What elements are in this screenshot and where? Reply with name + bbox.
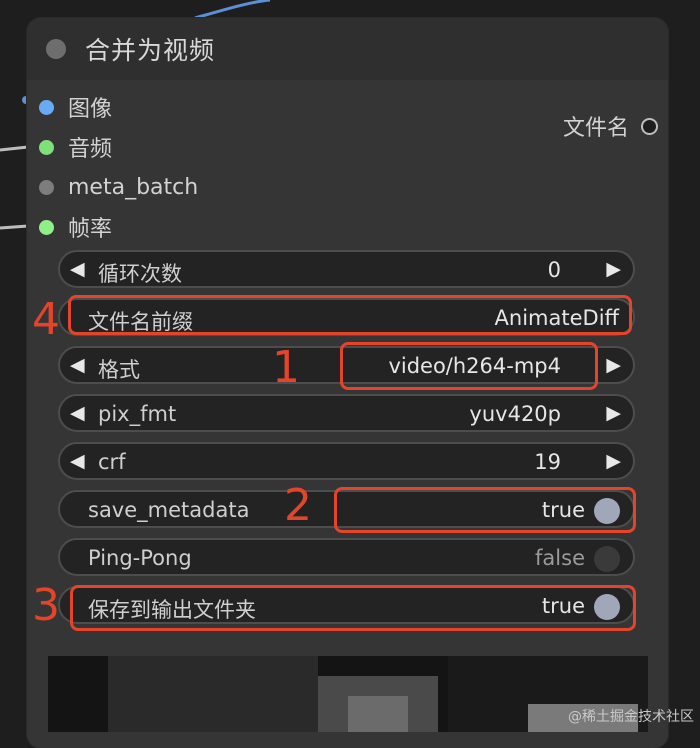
widget-value: 19 xyxy=(534,450,561,474)
widget-value: yuv420p xyxy=(469,402,561,426)
increment-arrow-icon[interactable]: ▶ xyxy=(606,449,621,473)
highlight-box-2 xyxy=(334,487,636,533)
video-preview[interactable] xyxy=(48,656,648,732)
input-dot-icon[interactable] xyxy=(39,139,54,155)
widget-label: Ping-Pong xyxy=(88,546,192,570)
output-slot-filenames[interactable]: 文件名 xyxy=(563,110,658,142)
increment-arrow-icon[interactable]: ▶ xyxy=(606,257,621,281)
widget-crf[interactable]: ◀ crf 19 ▶ xyxy=(58,442,635,480)
widget-label: pix_fmt xyxy=(98,402,177,426)
widget-label: 格式 xyxy=(98,358,140,382)
widget-label: crf xyxy=(98,450,126,474)
prev-arrow-icon[interactable]: ◀ xyxy=(70,401,85,425)
next-arrow-icon[interactable]: ▶ xyxy=(606,353,621,377)
decrement-arrow-icon[interactable]: ◀ xyxy=(70,449,85,473)
collapse-dot-icon[interactable] xyxy=(46,39,66,59)
output-dot-icon[interactable] xyxy=(641,117,658,135)
highlight-number-3: 3 xyxy=(32,580,60,631)
input-label: 图像 xyxy=(68,97,113,122)
highlight-box-3 xyxy=(70,585,636,631)
highlight-number-2: 2 xyxy=(284,480,312,531)
widget-pix-fmt[interactable]: ◀ pix_fmt yuv420p ▶ xyxy=(58,394,635,432)
node-header[interactable]: 合并为视频 xyxy=(27,18,668,80)
widget-label: 循环次数 xyxy=(98,262,182,286)
highlight-box-1 xyxy=(340,342,598,390)
highlight-number-4: 4 xyxy=(32,294,60,345)
watermark: @稀土掘金技术社区 xyxy=(568,709,694,725)
output-label: 文件名 xyxy=(562,116,629,141)
widget-value: 0 xyxy=(547,258,561,282)
input-dot-icon[interactable] xyxy=(39,179,54,195)
input-label: meta_batch xyxy=(68,174,199,200)
widget-value: false xyxy=(535,546,585,570)
widget-pingpong[interactable]: Ping-Pong false xyxy=(58,538,635,576)
highlight-box-4 xyxy=(68,295,632,335)
input-slot-audio[interactable]: 音频 xyxy=(39,132,112,162)
widget-label: save_metadata xyxy=(88,498,250,522)
input-slot-images[interactable]: 图像 xyxy=(39,92,112,122)
input-dot-icon[interactable] xyxy=(39,219,54,235)
widget-loop-count[interactable]: ◀ 循环次数 0 ▶ xyxy=(58,250,635,288)
prev-arrow-icon[interactable]: ◀ xyxy=(70,353,85,377)
toggle-off-icon[interactable] xyxy=(594,546,620,572)
node-title: 合并为视频 xyxy=(85,36,216,65)
preview-frame xyxy=(48,656,648,732)
input-slot-meta-batch[interactable]: meta_batch xyxy=(39,172,198,202)
highlight-number-1: 1 xyxy=(272,342,300,393)
input-label: 音频 xyxy=(68,137,113,162)
input-label: 帧率 xyxy=(68,217,113,242)
decrement-arrow-icon[interactable]: ◀ xyxy=(70,257,85,281)
next-arrow-icon[interactable]: ▶ xyxy=(606,401,621,425)
input-dot-icon[interactable] xyxy=(39,99,54,115)
input-slot-frame-rate[interactable]: 帧率 xyxy=(39,212,112,242)
